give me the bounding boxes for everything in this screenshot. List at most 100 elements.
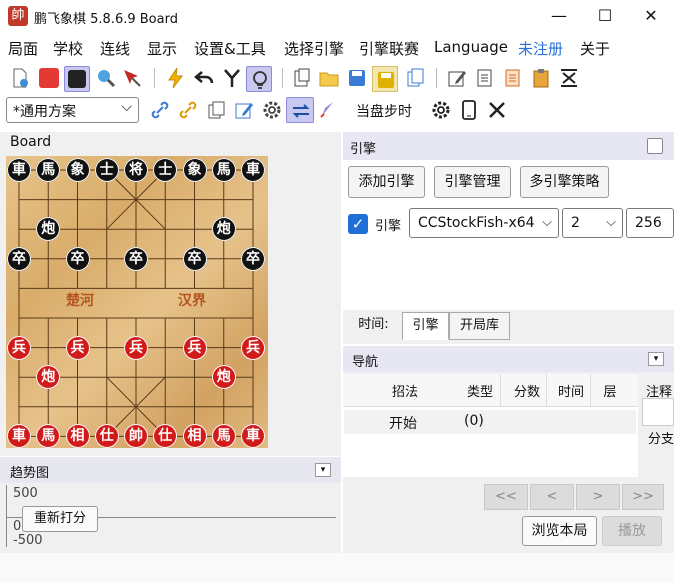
red-piece[interactable]: 馬	[211, 424, 236, 449]
black-piece[interactable]: 卒	[182, 246, 207, 271]
black-piece[interactable]: 車	[241, 158, 265, 182]
pointer-icon[interactable]	[121, 67, 143, 89]
maximize-button[interactable]: ☐	[582, 0, 628, 32]
board-panel-title: Board	[10, 134, 52, 150]
red-piece[interactable]: 仕	[94, 424, 119, 449]
tab-engine[interactable]: 引擎	[402, 312, 449, 340]
tab-opening-book[interactable]: 开局库	[449, 312, 510, 340]
menu-unregistered[interactable]: 未注册	[518, 38, 563, 59]
minimize-button[interactable]: —	[536, 0, 582, 32]
paste-icon[interactable]	[291, 67, 313, 89]
link-icon[interactable]	[149, 99, 171, 121]
rocket-icon[interactable]	[317, 99, 339, 121]
red-piece[interactable]: 兵	[65, 335, 90, 360]
settings-gear-icon[interactable]	[430, 99, 452, 121]
black-piece[interactable]: 馬	[211, 158, 236, 182]
menu-select-engine[interactable]: 选择引擎	[284, 38, 344, 59]
menu-connect[interactable]: 连线	[100, 38, 130, 59]
black-piece[interactable]: 象	[182, 158, 207, 182]
red-piece[interactable]: 相	[65, 424, 90, 449]
black-piece[interactable]: 士	[94, 158, 119, 182]
black-piece[interactable]: 卒	[65, 246, 90, 271]
menu-language[interactable]: Language	[434, 38, 508, 56]
new-file-icon[interactable]	[9, 67, 31, 89]
browse-game-button[interactable]: 浏览本局	[522, 516, 597, 546]
toolbar-separator	[154, 68, 155, 88]
save-icon[interactable]	[346, 67, 368, 89]
hash-input[interactable]: 256	[626, 208, 674, 238]
add-engine-button[interactable]: 添加引擎	[348, 166, 425, 198]
river-left-label: 楚河	[66, 293, 94, 309]
black-piece[interactable]: 象	[65, 158, 90, 182]
gear-icon[interactable]	[261, 99, 283, 121]
edit-position-icon[interactable]	[233, 99, 255, 121]
copy-position-icon[interactable]	[205, 99, 227, 121]
open-folder-icon[interactable]	[318, 67, 340, 89]
engine-header	[343, 132, 674, 160]
menu-about[interactable]: 关于	[580, 38, 610, 59]
copy-icon[interactable]	[404, 67, 426, 89]
black-piece[interactable]: 車	[7, 158, 31, 182]
menu-engine-league[interactable]: 引擎联赛	[359, 38, 419, 59]
engine-panel-checkbox[interactable]	[647, 138, 663, 154]
manage-engine-button[interactable]: 引擎管理	[434, 166, 511, 198]
red-side-icon[interactable]	[39, 68, 59, 88]
black-piece[interactable]: 卒	[7, 246, 31, 271]
comment-box[interactable]	[642, 398, 674, 426]
navigation-dropdown-button[interactable]: ▾	[648, 352, 664, 366]
rescore-button[interactable]: 重新打分	[22, 506, 98, 532]
red-piece[interactable]: 兵	[241, 335, 265, 360]
first-move-button[interactable]: <<	[484, 484, 528, 510]
toolbar-separator	[436, 68, 437, 88]
flip-board-icon[interactable]	[558, 67, 580, 89]
tab-time[interactable]: 时间:	[345, 312, 402, 340]
trend-dropdown-button[interactable]: ▾	[315, 463, 331, 477]
menu-settings-tools[interactable]: 设置&工具	[194, 38, 266, 59]
red-piece[interactable]: 兵	[7, 335, 31, 360]
black-side-button[interactable]	[64, 66, 90, 92]
engine-select[interactable]: CCStockFish-x64 ⌵	[409, 208, 559, 238]
red-piece[interactable]: 相	[182, 424, 207, 449]
black-piece[interactable]: 卒	[241, 246, 265, 271]
scheme-select[interactable]: *通用方案 ⌵	[6, 97, 139, 123]
close-button[interactable]: ✕	[628, 0, 674, 32]
document-icon[interactable]	[474, 67, 496, 89]
red-piece[interactable]: 炮	[211, 365, 236, 390]
branch-icon[interactable]	[221, 67, 243, 89]
undo-icon[interactable]	[193, 67, 215, 89]
navigation-header	[343, 346, 674, 372]
swap-button[interactable]	[286, 97, 314, 123]
search-icon[interactable]	[95, 67, 117, 89]
threads-select[interactable]: 2 ⌵	[562, 208, 623, 238]
save-as-button[interactable]	[372, 66, 398, 92]
notes-icon[interactable]	[502, 67, 524, 89]
multi-engine-strategy-button[interactable]: 多引擎策略	[520, 166, 609, 198]
engine-enabled-checkbox[interactable]: ✓	[348, 214, 368, 234]
xiangqi-board[interactable]: 楚河 汉界 車馬象士将士象馬車炮炮卒卒卒卒卒兵兵兵兵兵炮炮車馬相仕帥仕相馬車	[6, 156, 268, 449]
phone-icon[interactable]	[458, 99, 480, 121]
menu-position[interactable]: 局面	[8, 38, 38, 59]
row-move: 开始	[389, 416, 417, 432]
column-divider	[546, 374, 547, 406]
col-move: 招法	[391, 385, 418, 400]
previous-move-button[interactable]: <	[530, 484, 574, 510]
menu-display[interactable]: 显示	[147, 38, 177, 59]
red-piece[interactable]: 兵	[182, 335, 207, 360]
black-piece[interactable]: 炮	[211, 217, 236, 242]
edit-icon[interactable]	[446, 67, 468, 89]
next-move-button[interactable]: >	[576, 484, 620, 510]
black-piece[interactable]: 将	[124, 158, 148, 182]
menu-school[interactable]: 学校	[53, 38, 83, 59]
play-button[interactable]: 播放	[602, 516, 662, 546]
lightning-icon[interactable]	[165, 67, 187, 89]
column-divider	[590, 374, 591, 406]
black-piece[interactable]: 卒	[124, 246, 148, 271]
clipboard-icon[interactable]	[530, 67, 552, 89]
hint-button[interactable]	[246, 66, 272, 92]
red-piece[interactable]: 兵	[124, 335, 148, 360]
last-move-button[interactable]: >>	[622, 484, 664, 510]
chain-link-icon[interactable]	[177, 99, 199, 121]
table-row[interactable]: 开始 (0)	[344, 410, 636, 434]
tools-icon[interactable]	[486, 99, 508, 121]
chevron-down-icon: ⌵	[121, 99, 132, 115]
